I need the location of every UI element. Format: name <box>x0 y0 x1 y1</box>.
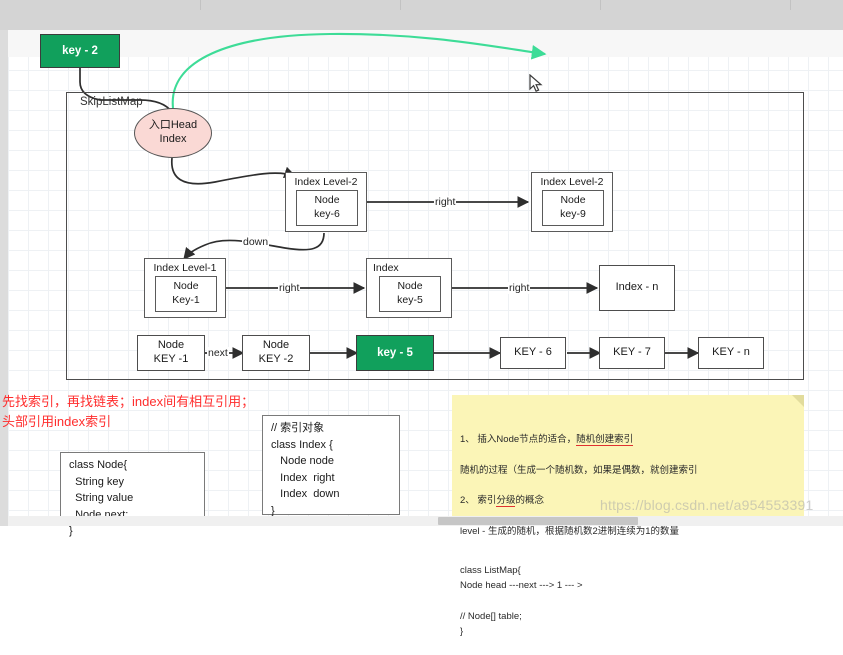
index-class-code-box: // 索引对象 class Index { Node node Index ri… <box>262 415 400 517</box>
index-level1-left-title: Index Level-1 <box>153 262 217 274</box>
head-index-ellipse[interactable]: 入口Head Index <box>134 108 212 158</box>
index-level1-middle[interactable]: Index Node key-5 <box>366 258 452 318</box>
edge-label-down: down <box>242 236 270 248</box>
mouse-cursor-icon <box>529 74 543 92</box>
edge-label-right-level1-left: right <box>278 282 301 294</box>
index-level2-right-node: Node key-9 <box>542 190 604 226</box>
index-level1-middle-node: Node key-5 <box>379 276 441 312</box>
edge-label-right-level2: right <box>434 196 457 208</box>
horizontal-scrollbar-track[interactable] <box>8 516 843 526</box>
list-item[interactable]: KEY - 6 <box>500 337 566 369</box>
red-annotation-text: 先找索引，再找链表；index间有相互引用； 头部引用index索引 <box>2 394 255 430</box>
index-level1-middle-title: Index <box>373 262 399 274</box>
list-item[interactable]: Node KEY -2 <box>242 335 310 371</box>
index-level2-right[interactable]: Index Level-2 Node key-9 <box>531 172 613 232</box>
watermark-text: https://blog.csdn.net/a954553391 <box>600 497 814 513</box>
yellow-note-line-4: level - 生成的随机，根据随机数2进制连续为1的数量 <box>460 526 680 537</box>
horizontal-scrollbar-thumb[interactable] <box>438 517 638 525</box>
index-level2-left-title: Index Level-2 <box>294 176 358 188</box>
edge-label-next: next <box>207 347 229 359</box>
editor-top-ruler <box>0 0 843 31</box>
index-level1-left[interactable]: Index Level-1 Node Key-1 <box>144 258 226 318</box>
list-item[interactable]: KEY - n <box>698 337 764 369</box>
index-level1-left-node: Node Key-1 <box>155 276 217 312</box>
external-key-node[interactable]: key - 2 <box>40 34 120 68</box>
index-level2-right-title: Index Level-2 <box>540 176 604 188</box>
yellow-note-code: class ListMap{ Node head ---next ---> 1 … <box>460 564 583 638</box>
ruler-tick <box>790 0 791 10</box>
list-item[interactable]: Node KEY -1 <box>137 335 205 371</box>
node-class-code-box: class Node{ String key String value Node… <box>60 452 205 537</box>
ruler-tick <box>200 0 201 10</box>
canvas-top-margin <box>8 30 843 57</box>
ruler-tick <box>600 0 601 10</box>
list-item[interactable]: key - 5 <box>356 335 434 371</box>
ruler-tick <box>400 0 401 10</box>
yellow-note-line-2: 随机的过程（生成一个随机数，如果是偶数，就创建索引 <box>460 464 698 476</box>
yellow-note-line-1: 1、 插入Node节点的适合，随机创建索引 <box>460 433 634 446</box>
skiplistmap-label: SkipListMap <box>80 96 143 108</box>
index-n-node[interactable]: Index - n <box>599 265 675 311</box>
edge-label-right-level1-right: right <box>508 282 531 294</box>
index-level2-left-node: Node key-6 <box>296 190 358 226</box>
list-item[interactable]: KEY - 7 <box>599 337 665 369</box>
note-fold-corner <box>792 395 804 407</box>
index-level2-left[interactable]: Index Level-2 Node key-6 <box>285 172 367 232</box>
